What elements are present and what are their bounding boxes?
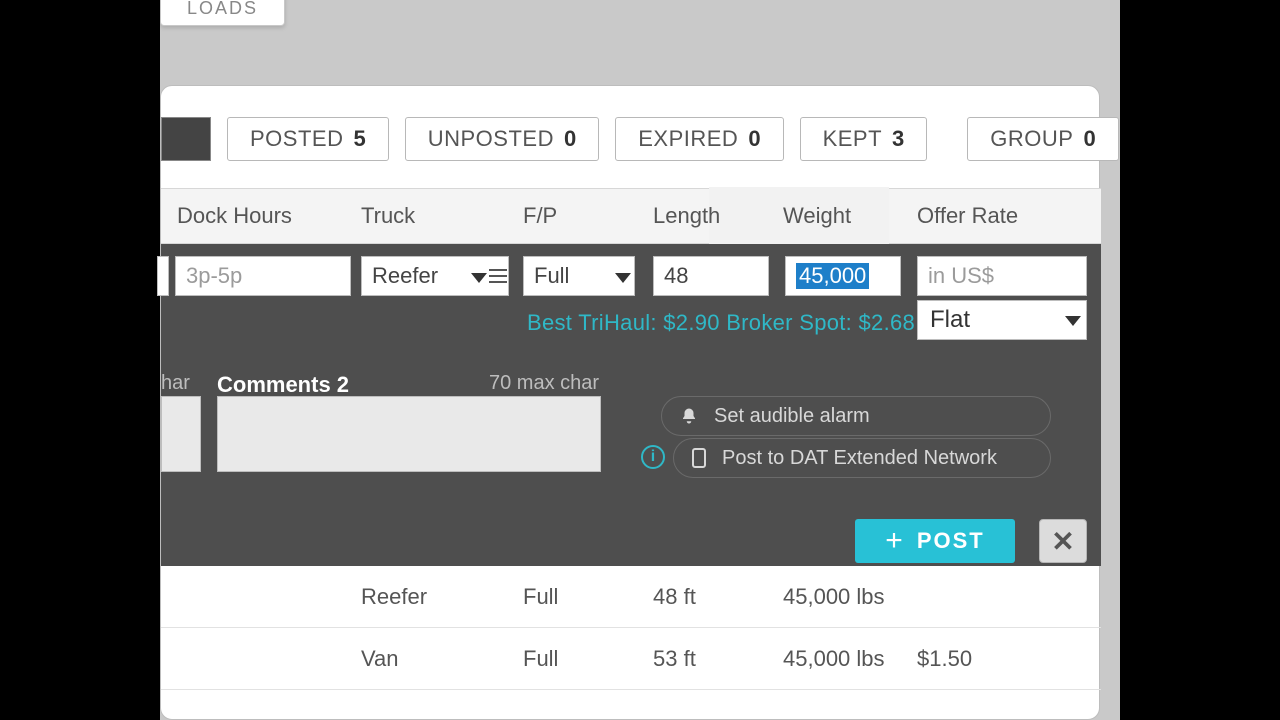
app-frame: LOADS POSTED 5 UNPOSTED 0 EXPIRED 0 K <box>160 0 1120 720</box>
length-input[interactable] <box>653 256 769 296</box>
rate-type-select[interactable]: Flat <box>917 300 1087 340</box>
main-panel: POSTED 5 UNPOSTED 0 EXPIRED 0 KEPT 3 GRO… <box>160 85 1100 720</box>
column-headers: Dock Hours Truck F/P Length Weight Offer… <box>161 188 1101 244</box>
tab-bar: POSTED 5 UNPOSTED 0 EXPIRED 0 KEPT 3 GRO… <box>161 117 1119 161</box>
table-row[interactable]: Van Full 53 ft 45,000 lbs $1.50 <box>161 628 1101 690</box>
extended-network-toggle[interactable]: Post to DAT Extended Network <box>673 438 1051 478</box>
cell-truck: Reefer <box>361 584 427 610</box>
dock-hours-input[interactable] <box>175 256 351 296</box>
weight-input[interactable]: 45,000 <box>785 256 901 296</box>
char-hint-2: 70 max char <box>489 372 599 395</box>
alarm-label: Set audible alarm <box>714 405 870 428</box>
close-button[interactable]: ✕ <box>1039 519 1087 563</box>
tab-count: 0 <box>564 126 576 152</box>
fp-select[interactable]: Full <box>523 256 635 296</box>
cell-length: 48 ft <box>653 584 696 610</box>
comments-1-textarea[interactable] <box>161 396 201 472</box>
table-row[interactable]: Reefer Full 48 ft 45,000 lbs <box>161 566 1101 628</box>
bell-icon <box>680 407 698 425</box>
post-button[interactable]: + POST <box>855 519 1015 563</box>
loads-button[interactable]: LOADS <box>160 0 285 26</box>
header-length: Length <box>653 203 720 229</box>
tab-kept[interactable]: KEPT 3 <box>800 117 928 161</box>
tab-label: UNPOSTED <box>428 126 554 152</box>
cell-rate: $1.50 <box>917 646 972 672</box>
fp-value: Full <box>534 263 569 289</box>
tab-unposted[interactable]: UNPOSTED 0 <box>405 117 600 161</box>
tab-label: KEPT <box>823 126 882 152</box>
weight-value: 45,000 <box>796 263 869 289</box>
truck-select[interactable]: Reefer <box>361 256 509 296</box>
table-row[interactable] <box>161 690 1101 720</box>
cell-fp: Full <box>523 646 558 672</box>
info-icon[interactable]: i <box>641 445 665 469</box>
prev-input-cropped[interactable] <box>157 256 169 296</box>
cell-length: 53 ft <box>653 646 696 672</box>
header-rate: Offer Rate <box>917 203 1018 229</box>
comments-2-textarea[interactable] <box>217 396 601 472</box>
cell-weight: 45,000 lbs <box>783 646 885 672</box>
device-icon <box>692 448 706 468</box>
tab-expired[interactable]: EXPIRED 0 <box>615 117 783 161</box>
char-hint-1: har <box>161 372 190 395</box>
extended-label: Post to DAT Extended Network <box>722 447 997 470</box>
tab-posted[interactable]: POSTED 5 <box>227 117 389 161</box>
list-icon <box>489 269 507 283</box>
tab-label: EXPIRED <box>638 126 738 152</box>
tab-count: 0 <box>1083 126 1095 152</box>
header-weight: Weight <box>783 203 851 229</box>
offer-rate-input[interactable] <box>917 256 1087 296</box>
header-truck: Truck <box>361 203 415 229</box>
tab-label: GROUP <box>990 126 1073 152</box>
audible-alarm-toggle[interactable]: Set audible alarm <box>661 396 1051 436</box>
post-label: POST <box>917 528 985 554</box>
post-form: Reefer Full 45,000 Best TriHaul: $2.90 B… <box>161 244 1101 566</box>
rate-info-text: Best TriHaul: $2.90 Broker Spot: $2.68 <box>527 310 915 336</box>
rate-type-value: Flat <box>930 306 970 334</box>
tab-count: 3 <box>892 126 904 152</box>
tab-group[interactable]: GROUP 0 <box>967 117 1118 161</box>
comments-2-label: Comments 2 <box>217 372 349 398</box>
header-fp: F/P <box>523 203 557 229</box>
tab-active-left[interactable] <box>161 117 211 161</box>
cell-truck: Van <box>361 646 399 672</box>
truck-value: Reefer <box>372 263 438 289</box>
cell-fp: Full <box>523 584 558 610</box>
tab-count: 5 <box>353 126 365 152</box>
load-rows: Reefer Full 48 ft 45,000 lbs Van Full 53… <box>161 566 1101 720</box>
cell-weight: 45,000 lbs <box>783 584 885 610</box>
tab-count: 0 <box>748 126 760 152</box>
close-icon: ✕ <box>1051 525 1074 558</box>
header-dock: Dock Hours <box>177 203 292 229</box>
tab-label: POSTED <box>250 126 343 152</box>
